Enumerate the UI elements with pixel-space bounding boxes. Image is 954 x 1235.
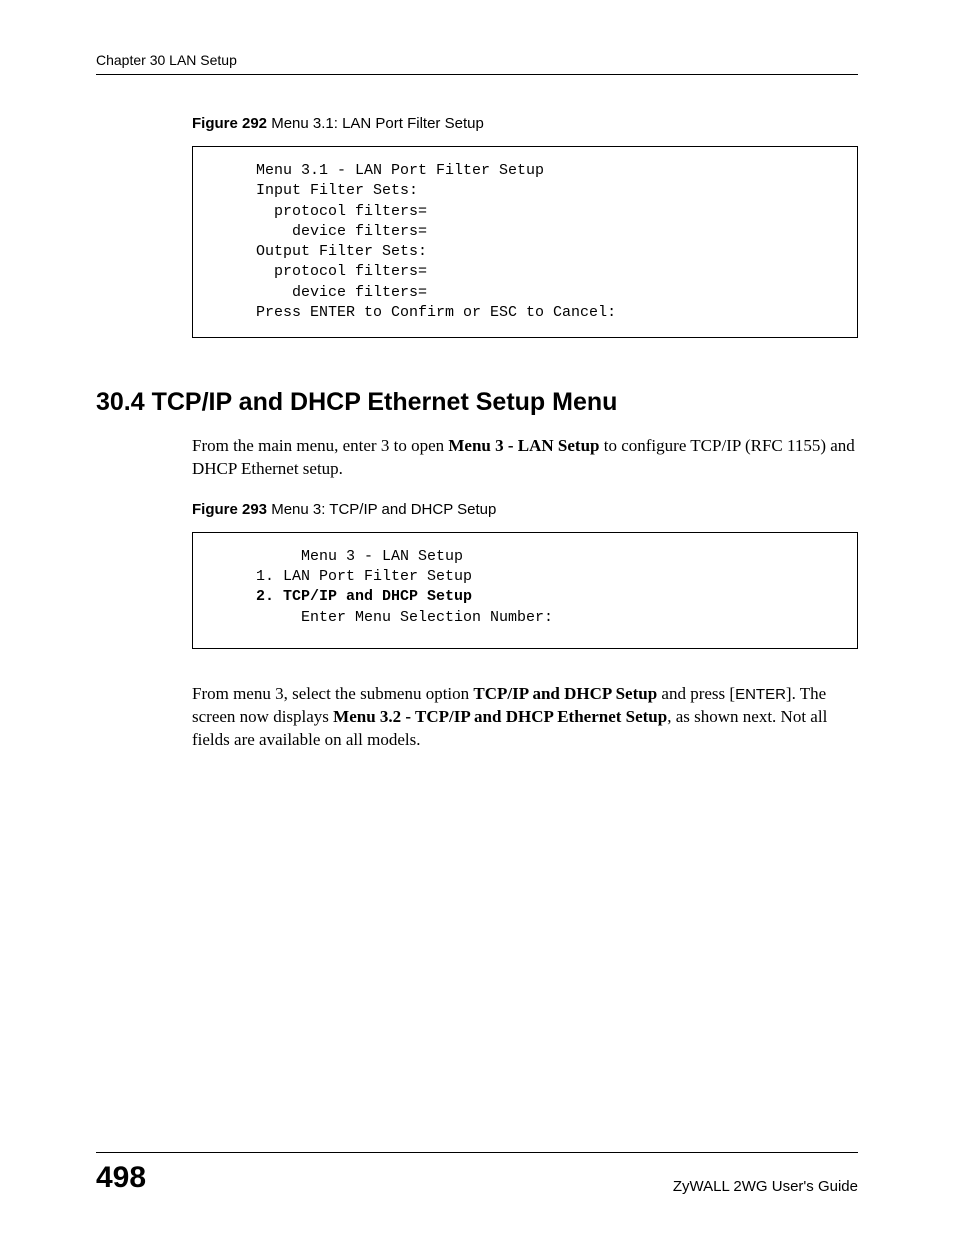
para-bold: TCP/IP and DHCP Setup <box>473 684 657 703</box>
section-heading-30-4: 30.4 TCP/IP and DHCP Ethernet Setup Menu <box>96 388 858 417</box>
terminal-box-figure-292: Menu 3.1 - LAN Port Filter Setup Input F… <box>192 146 858 338</box>
figure-293-text: Menu 3: TCP/IP and DHCP Setup <box>267 501 496 518</box>
body-paragraph-2: From menu 3, select the submenu option T… <box>192 683 858 752</box>
terminal-box-figure-293: Menu 3 - LAN Setup 1. LAN Port Filter Se… <box>192 532 858 649</box>
terminal-line: device filters= <box>211 283 839 303</box>
terminal-line: Menu 3.1 - LAN Port Filter Setup <box>211 161 839 181</box>
para-bold: Menu 3.2 - TCP/IP and DHCP Ethernet Setu… <box>333 707 667 726</box>
terminal-line: protocol filters= <box>211 262 839 282</box>
figure-293-label: Figure 293 <box>192 501 267 518</box>
page-number: 498 <box>96 1161 146 1195</box>
terminal-line: Enter Menu Selection Number: <box>211 608 839 628</box>
page-footer: 498 ZyWALL 2WG User's Guide <box>96 1152 858 1195</box>
para-bold: Menu 3 - LAN Setup <box>448 436 599 455</box>
terminal-line: device filters= <box>211 222 839 242</box>
running-header: Chapter 30 LAN Setup <box>96 52 858 75</box>
enter-key-text: ENTER <box>735 686 786 703</box>
terminal-line: Press ENTER to Confirm or ESC to Cancel: <box>211 303 839 323</box>
terminal-line: Menu 3 - LAN Setup <box>211 547 839 567</box>
figure-292-caption: Figure 292 Menu 3.1: LAN Port Filter Set… <box>192 115 858 132</box>
figure-293-caption: Figure 293 Menu 3: TCP/IP and DHCP Setup <box>192 501 858 518</box>
para-text: From menu 3, select the submenu option <box>192 684 473 703</box>
guide-name: ZyWALL 2WG User's Guide <box>673 1178 858 1195</box>
para-text: From the main menu, enter 3 to open <box>192 436 448 455</box>
terminal-line: protocol filters= <box>211 202 839 222</box>
terminal-line: Input Filter Sets: <box>211 181 839 201</box>
para-text: and press [ <box>657 684 735 703</box>
terminal-line: Output Filter Sets: <box>211 242 839 262</box>
body-paragraph-1: From the main menu, enter 3 to open Menu… <box>192 435 858 481</box>
terminal-line: 1. LAN Port Filter Setup <box>211 567 839 587</box>
terminal-line-bold: 2. TCP/IP and DHCP Setup <box>211 587 839 607</box>
figure-292-text: Menu 3.1: LAN Port Filter Setup <box>267 115 484 132</box>
figure-292-label: Figure 292 <box>192 115 267 132</box>
